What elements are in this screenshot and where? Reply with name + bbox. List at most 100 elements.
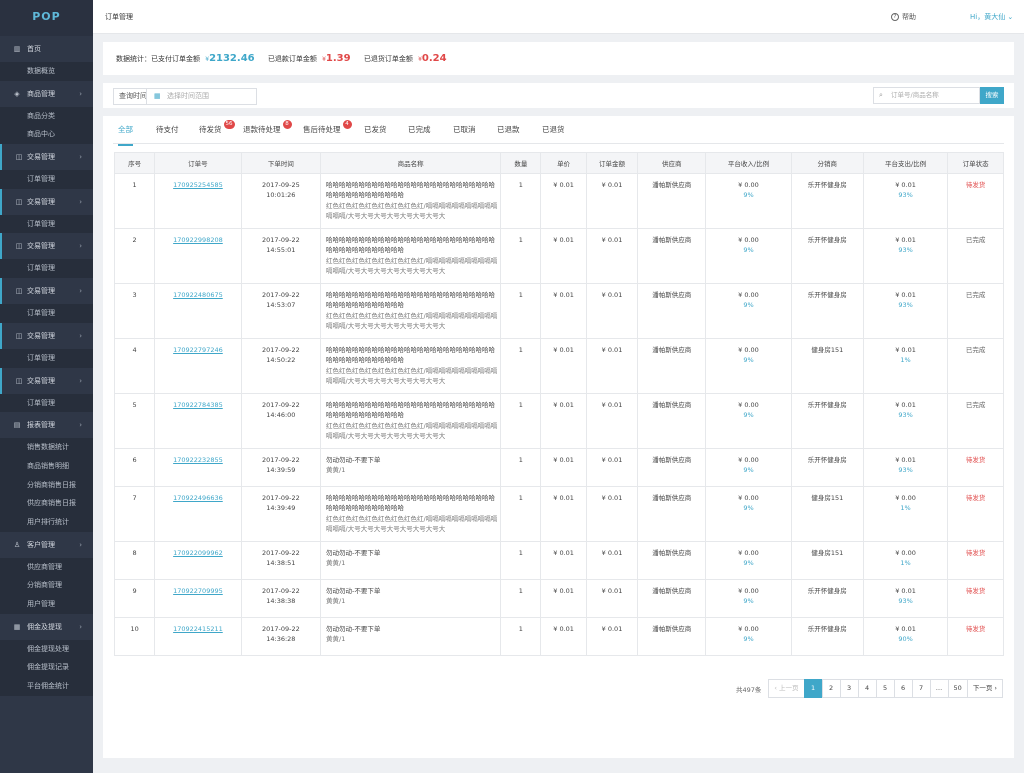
order-time: 14:38:38 — [266, 597, 296, 606]
tab-6[interactable]: 已完成 — [408, 116, 431, 144]
supplier: 潘帕斯供应商 — [637, 228, 707, 284]
sidebar-item[interactable]: 订单管理 — [0, 214, 93, 234]
order-number-link[interactable]: 170922099962 — [173, 549, 223, 557]
order-amount: ¥ 0.01 — [585, 228, 639, 284]
order-date: 2017-09-22 — [261, 456, 300, 464]
order-status: 待发货 — [947, 486, 1004, 542]
help-link[interactable]: ? 帮助 — [891, 0, 916, 34]
tab-7[interactable]: 已取消 — [453, 116, 476, 144]
table-row: 3 170922480675 2017-09-22 14:53:07 哈哈哈哈哈哈哈哈哈… — [113, 283, 1004, 339]
stats-paid-label: 数据统计：已支付订单金额 — [116, 55, 200, 63]
prev-page-button[interactable]: ‹ 上一页 — [768, 679, 805, 698]
sidebar-item[interactable]: 佣金提现记录 — [0, 658, 93, 678]
page-button[interactable]: 6 — [893, 679, 913, 698]
sidebar-item[interactable]: 供应商管理 — [0, 557, 93, 577]
sidebar-group[interactable]: ◫ 交易管理 › — [0, 367, 93, 394]
sidebar-item[interactable]: 用户管理 — [0, 595, 93, 614]
page-button[interactable]: 3 — [839, 679, 859, 698]
platform-income-cell: ¥ 0.00 9% — [705, 338, 792, 394]
sidebar-group[interactable]: ▦ 佣金及提现 › — [0, 614, 93, 640]
sidebar-item[interactable]: 用户排行统计 — [0, 512, 93, 532]
topbar: 订单管理 ? 帮助 Hi，黄大仙 ⌄ — [93, 0, 1024, 34]
order-number-link[interactable]: 170922480675 — [173, 291, 223, 299]
tab-0[interactable]: 全部 — [118, 116, 133, 146]
supplier: 潘帕斯供应商 — [637, 486, 707, 542]
platform-expense: ¥ 0.01 — [895, 181, 916, 189]
platform-income: ¥ 0.00 — [738, 625, 759, 633]
sidebar-group[interactable]: ♙ 客户管理 › — [0, 532, 93, 558]
sidebar-group[interactable]: ◫ 交易管理 › — [0, 322, 93, 349]
page-button[interactable]: 1 — [803, 679, 823, 698]
sidebar-group[interactable]: ◫ 交易管理 › — [0, 144, 93, 171]
tab-5[interactable]: 已发货 — [364, 116, 387, 144]
sidebar-item[interactable]: 商品分类 — [0, 106, 93, 126]
sidebar-item[interactable]: 订单管理 — [0, 304, 93, 323]
page-button[interactable]: … — [929, 679, 949, 698]
supplier: 潘帕斯供应商 — [637, 173, 707, 229]
sidebar-item[interactable]: 销售数据统计 — [0, 438, 93, 457]
platform-expense-cell: ¥ 0.01 93% — [862, 283, 949, 339]
sidebar-item[interactable]: 订单管理 — [0, 259, 93, 279]
sidebar-item[interactable]: 订单管理 — [0, 170, 93, 189]
tab-4[interactable]: 售后待处理 4 — [303, 116, 352, 144]
order-number-link[interactable]: 170922709995 — [173, 587, 223, 595]
search-button[interactable]: 搜索 — [980, 87, 1004, 104]
order-number-link[interactable]: 170922415211 — [173, 625, 223, 633]
order-amount: ¥ 0.01 — [585, 448, 639, 487]
sidebar-group[interactable]: ◫ 交易管理 › — [0, 278, 93, 305]
quantity: 1 — [500, 338, 542, 394]
order-number-link[interactable]: 170922797246 — [173, 346, 223, 354]
sidebar-group[interactable]: ◫ 交易管理 › — [0, 233, 93, 260]
page-button[interactable]: 7 — [911, 679, 931, 698]
page-button[interactable]: 5 — [875, 679, 895, 698]
sidebar-item[interactable]: 订单管理 — [0, 393, 93, 413]
platform-income-cell: ¥ 0.00 9% — [705, 173, 792, 229]
sidebar-item[interactable]: 订单管理 — [0, 348, 93, 368]
sidebar-item[interactable]: 分销商管理 — [0, 576, 93, 595]
tab-1[interactable]: 待支付 — [156, 116, 179, 144]
sidebar-group[interactable]: ▤ 报表管理 › — [0, 412, 93, 438]
sidebar-item[interactable]: 数据概览 — [0, 62, 93, 81]
page-button[interactable]: 50 — [947, 679, 968, 698]
sidebar-item[interactable]: 供应商销售日报 — [0, 494, 93, 513]
platform-income-ratio: 9% — [743, 504, 754, 513]
supplier: 潘帕斯供应商 — [637, 579, 707, 618]
product-name-cell: 勿动勿动-不要下单 黄黄/1 — [319, 579, 502, 618]
date-range-picker[interactable]: 查询时间 ▦ 选择时间范围 — [113, 88, 257, 105]
sidebar-item[interactable]: 佣金提现处理 — [0, 639, 93, 659]
row-number: 4 — [113, 338, 156, 394]
search-input[interactable]: ⌕ 订单号/商品名称 — [873, 87, 980, 104]
sidebar-item[interactable]: 商品中心 — [0, 125, 93, 145]
order-number-link[interactable]: 170922496636 — [173, 494, 223, 502]
order-time: 14:50:22 — [266, 356, 296, 365]
tab-label: 已发货 — [364, 125, 387, 134]
order-time-cell: 2017-09-22 14:53:07 — [240, 283, 322, 339]
order-number-link[interactable]: 170922998208 — [173, 236, 223, 244]
tab-3[interactable]: 退款待处理 8 — [243, 116, 292, 144]
table-row: 1 170925254585 2017-09-25 10:01:26 哈哈哈哈哈哈哈哈哈… — [113, 173, 1004, 229]
sidebar-group-label: 交易管理 — [27, 153, 55, 162]
order-number-link[interactable]: 170922232855 — [173, 456, 223, 464]
sidebar-item[interactable]: 平台佣金统计 — [0, 677, 93, 696]
tab-8[interactable]: 已退款 — [497, 116, 520, 144]
sidebar: POP ▥ 首页 数据概览 ◈ 商品管理 › 商品分类 商品中心 ◫ 交易管理 › 订单管理 ◫ 交易管理… — [0, 0, 93, 773]
order-number-link[interactable]: 170925254585 — [173, 181, 223, 189]
chevron-right-icon: › — [79, 540, 82, 549]
sidebar-group[interactable]: ▥ 首页 — [0, 36, 93, 62]
sidebar-item[interactable]: 分销商销售日报 — [0, 475, 93, 495]
sidebar-group[interactable]: ◫ 交易管理 › — [0, 188, 93, 215]
next-page-button[interactable]: 下一页 › — [966, 679, 1003, 698]
platform-expense: ¥ 0.01 — [895, 291, 916, 299]
sidebar-group-label: 交易管理 — [27, 197, 55, 206]
page-button[interactable]: 2 — [821, 679, 841, 698]
sidebar-group[interactable]: ◈ 商品管理 › — [0, 81, 93, 107]
order-number-link[interactable]: 170922784385 — [173, 401, 223, 409]
user-menu[interactable]: Hi，黄大仙 ⌄ — [970, 0, 1013, 34]
quantity: 1 — [500, 448, 542, 487]
tab-9[interactable]: 已退货 — [542, 116, 565, 144]
page-button[interactable]: 4 — [857, 679, 877, 698]
tab-2[interactable]: 待发货 56 — [199, 116, 235, 144]
calendar-icon: ▦ — [154, 92, 161, 100]
product-name: 哈哈哈哈哈哈哈哈哈哈哈哈哈哈哈哈哈哈哈哈哈哈哈哈哈哈哈哈哈哈哈哈哈哈哈哈哈哈 — [326, 401, 495, 420]
sidebar-item[interactable]: 商品销售明细 — [0, 456, 93, 476]
